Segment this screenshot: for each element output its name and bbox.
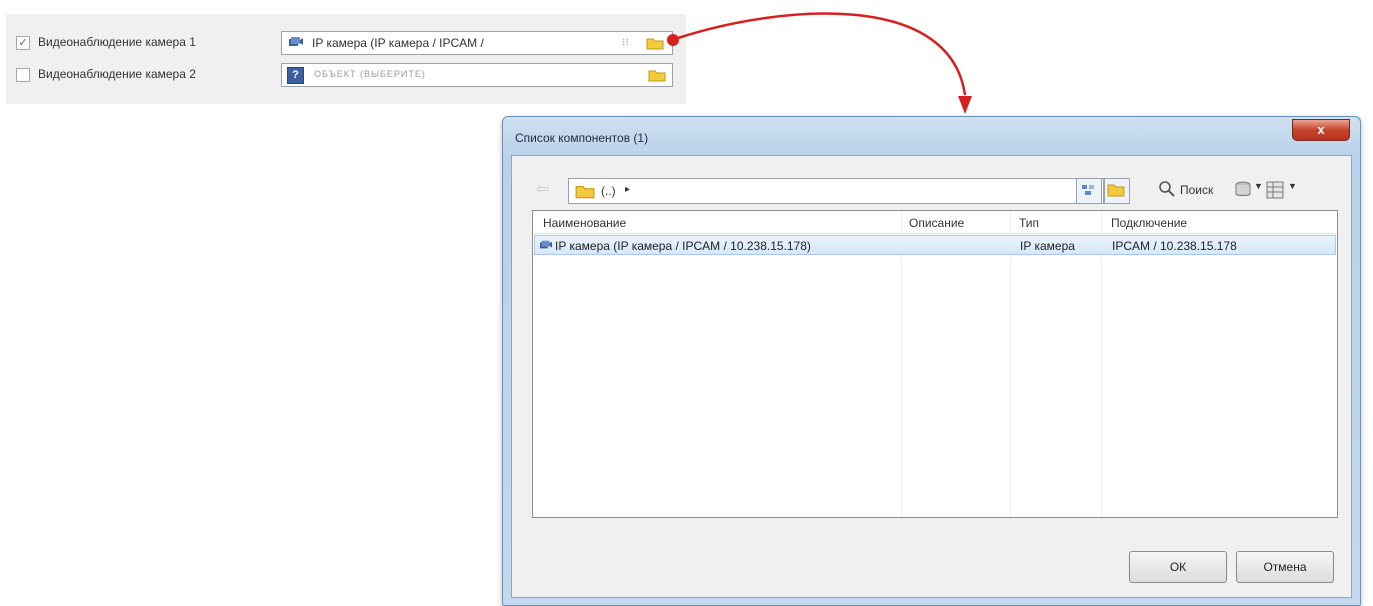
back-arrow-icon[interactable]: ⇦ — [536, 181, 549, 199]
cell-name: IP камера (IP камера / IPCAM / 10.238.15… — [555, 239, 811, 253]
ok-button[interactable]: ОК — [1129, 551, 1227, 583]
components-list: Наименование Описание Тип Подключение IP… — [532, 210, 1338, 518]
column-divider — [1101, 211, 1102, 517]
dialog-body: ⇦ (..) ▸ Поиск ▼ ▼ Наименование Описание… — [511, 155, 1352, 598]
path-text: (..) — [601, 184, 616, 198]
list-header: Наименование Описание Тип Подключение — [533, 211, 1337, 234]
column-header-connection[interactable]: Подключение — [1111, 216, 1187, 230]
folder-icon — [575, 186, 595, 199]
path-chevron-icon: ▸ — [625, 184, 631, 195]
column-header-name[interactable]: Наименование — [543, 216, 626, 230]
toolbar: ⇦ (..) ▸ Поиск ▼ ▼ — [532, 176, 1332, 204]
grid-view-icon[interactable] — [1266, 181, 1284, 199]
column-divider — [1010, 211, 1011, 517]
camera-icon — [540, 240, 552, 249]
cell-type: IP камера — [1020, 239, 1075, 253]
folder-icon — [1107, 184, 1125, 197]
column-header-type[interactable]: Тип — [1019, 216, 1039, 230]
dialog-title: Список компонентов (1) — [515, 131, 649, 145]
folder-button[interactable] — [1104, 178, 1130, 204]
database-icon[interactable] — [1234, 181, 1252, 199]
chevron-down-icon[interactable]: ▼ — [1288, 181, 1297, 191]
chevron-down-icon[interactable]: ▼ — [1254, 181, 1263, 191]
view-mode-button[interactable] — [1076, 178, 1102, 204]
table-row[interactable]: IP камера (IP камера / IPCAM / 10.238.15… — [534, 235, 1336, 255]
close-button[interactable]: x — [1292, 119, 1350, 141]
component-list-dialog: Список компонентов (1) x ⇦ (..) ▸ Поиск … — [502, 116, 1361, 606]
search-icon[interactable] — [1158, 180, 1176, 198]
cell-connection: IPCAM / 10.238.15.178 — [1112, 239, 1237, 253]
tree-view-icon — [1082, 185, 1094, 195]
column-header-description[interactable]: Описание — [909, 216, 964, 230]
cancel-button[interactable]: Отмена — [1236, 551, 1334, 583]
search-label[interactable]: Поиск — [1180, 183, 1213, 197]
column-divider — [901, 211, 902, 517]
path-field[interactable]: (..) ▸ — [568, 178, 1104, 204]
